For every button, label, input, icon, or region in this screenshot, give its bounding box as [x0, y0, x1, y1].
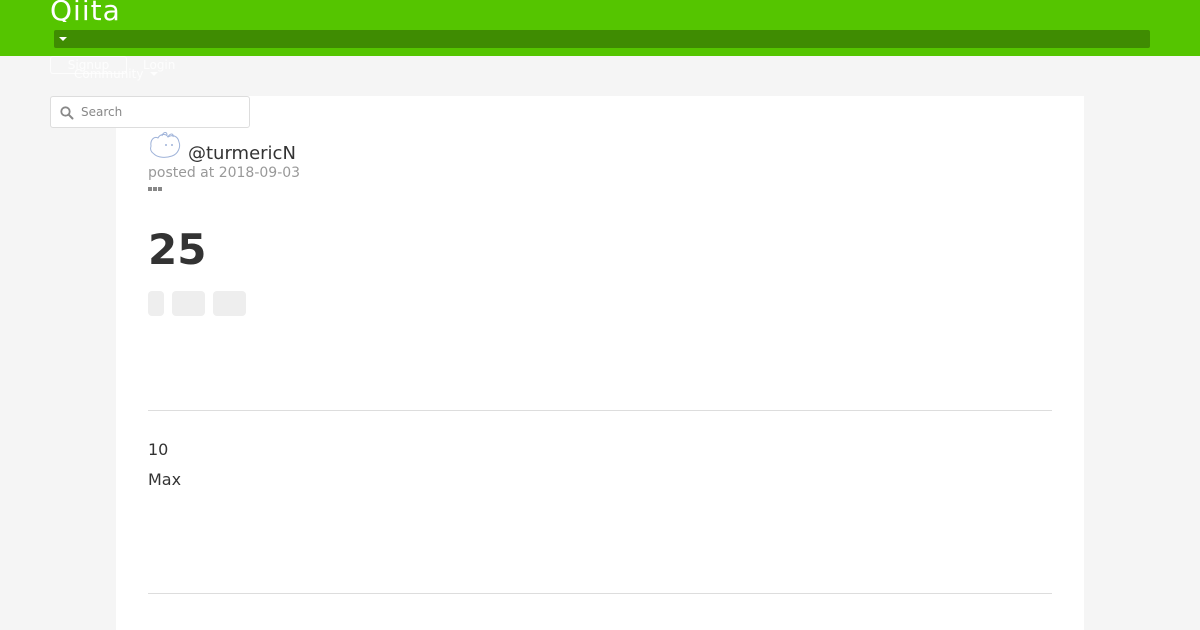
qiita-logo[interactable]: Qiita: [50, 0, 121, 22]
content-divider: [148, 593, 1052, 594]
tag-badge[interactable]: [213, 291, 246, 316]
article-body-line: Max: [148, 470, 182, 489]
avatar[interactable]: [148, 132, 182, 160]
article-card: @turmericN posted at 2018-09-03 25 10 Ma…: [116, 96, 1084, 630]
tag-badge[interactable]: [148, 291, 164, 316]
search-input[interactable]: [81, 101, 241, 123]
caret-down-icon[interactable]: [59, 37, 67, 41]
tag-badge[interactable]: [172, 291, 205, 316]
search-box: [50, 96, 250, 128]
login-link[interactable]: Login: [143, 57, 175, 73]
article-title: 25: [148, 225, 207, 274]
author-name[interactable]: @turmericN: [188, 143, 296, 165]
header-menu-bar[interactable]: [54, 30, 1150, 48]
community-caret-down-icon[interactable]: [150, 72, 158, 76]
site-header: Qiita: [0, 0, 1200, 56]
community-menu[interactable]: Community: [74, 66, 143, 82]
article-body-line: 10: [148, 440, 169, 459]
more-dots-icon[interactable]: [148, 187, 164, 193]
content-divider: [148, 410, 1052, 411]
posted-date: posted at 2018-09-03: [148, 165, 301, 181]
search-icon: [60, 106, 74, 120]
